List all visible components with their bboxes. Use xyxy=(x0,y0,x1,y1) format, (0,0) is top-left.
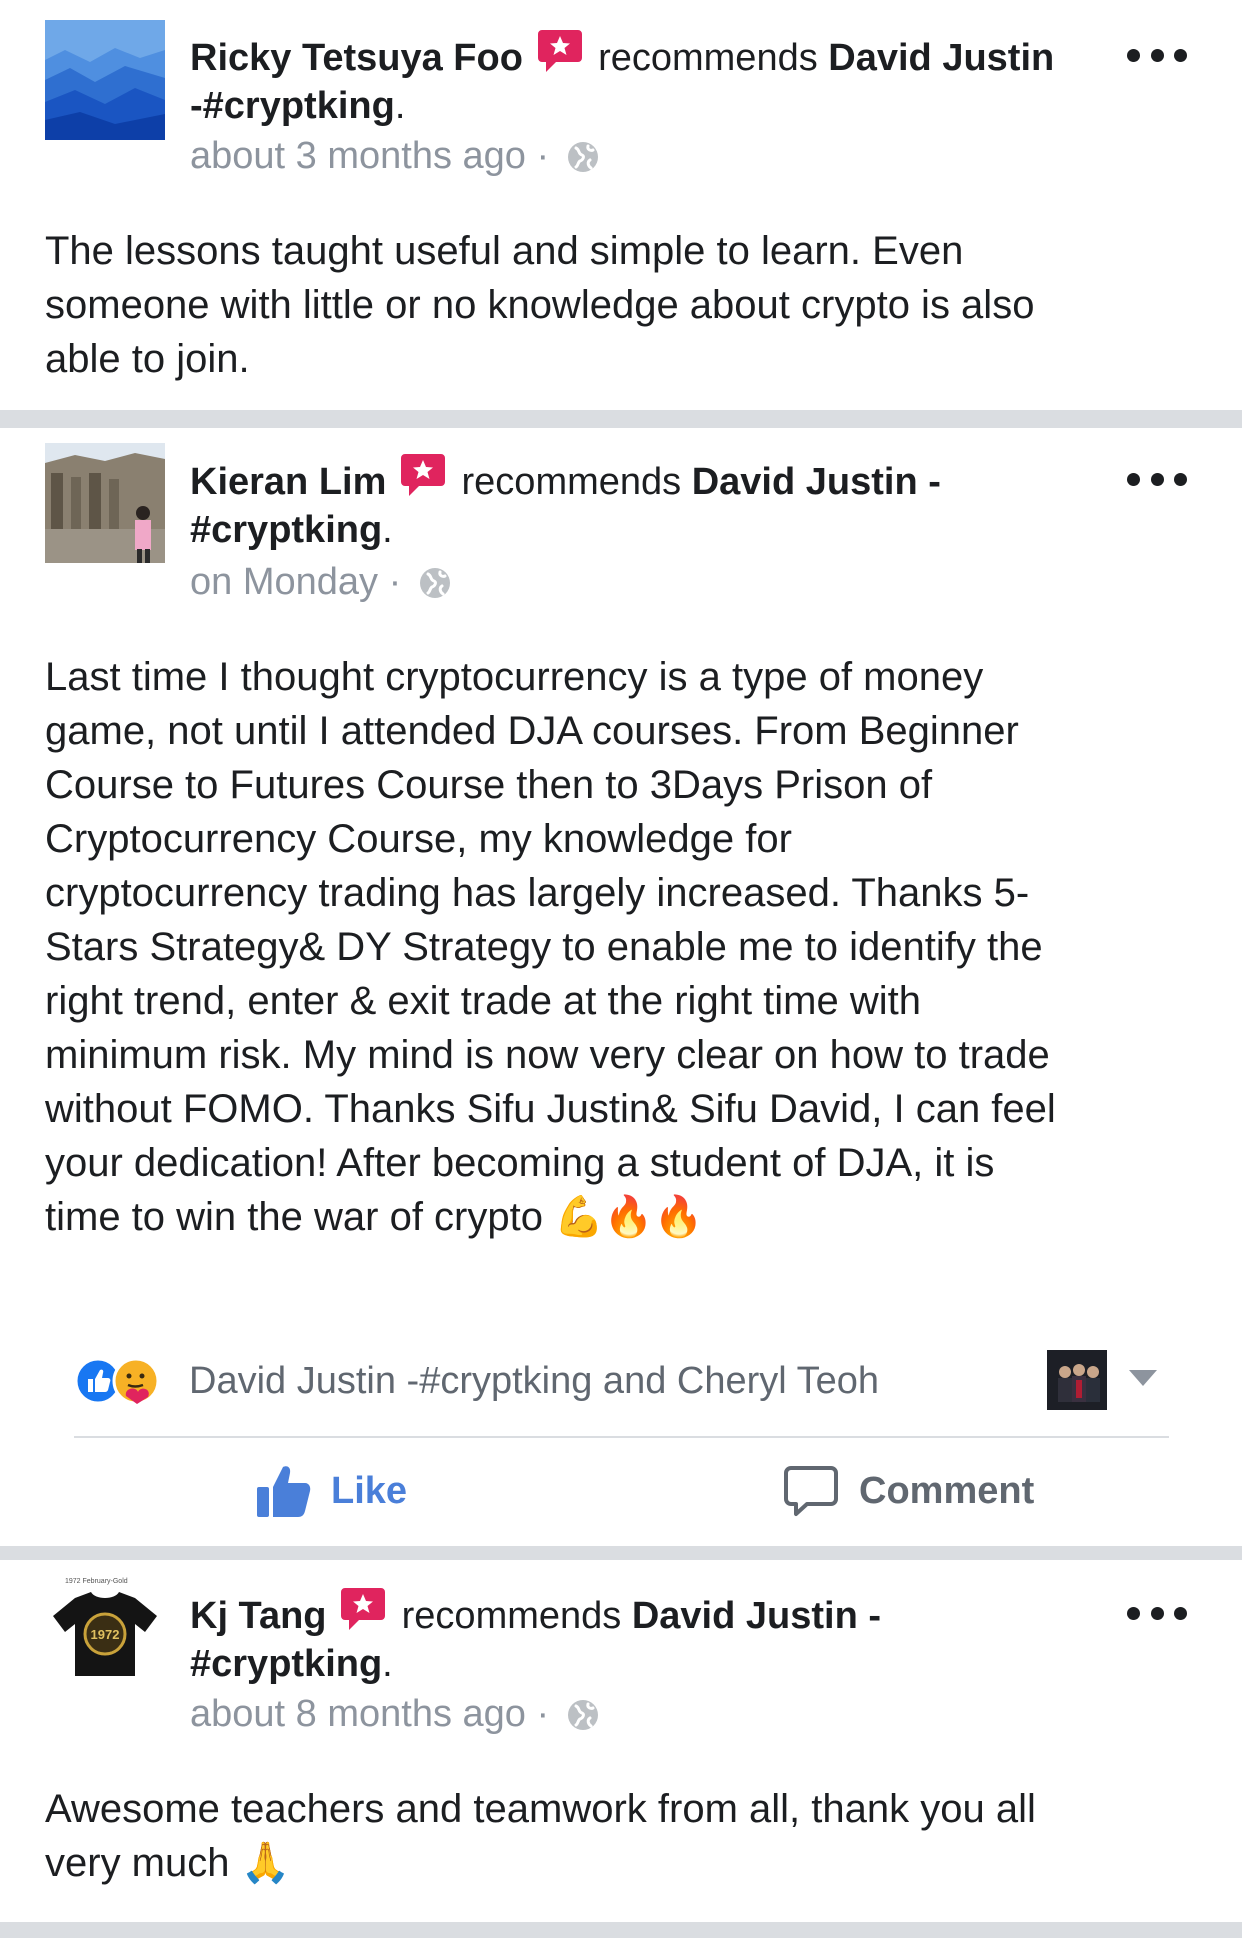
page-name[interactable]: David Justin xyxy=(828,37,1054,79)
recommends-text: recommends xyxy=(598,37,818,79)
recommends-text: recommends xyxy=(401,1595,622,1637)
more-options-button[interactable] xyxy=(1127,464,1187,494)
dot-icon xyxy=(1174,48,1187,62)
review-headline: Kieran Lim recommends David Justin - #cr… xyxy=(190,452,1090,554)
globe-icon xyxy=(566,138,600,172)
recommend-icon xyxy=(341,1586,386,1632)
more-options-button[interactable] xyxy=(1127,40,1187,70)
page-name-continued[interactable]: -#cryptking xyxy=(190,85,395,127)
separator-dot: · xyxy=(536,1693,550,1735)
recommend-icon xyxy=(537,28,582,74)
timestamp[interactable]: on Monday xyxy=(190,561,378,603)
shirt-year-text: 1972 xyxy=(91,1627,120,1642)
review-text: Awesome teachers and teamwork from all, … xyxy=(45,1787,1036,1885)
review-text: Last time I thought cryptocurrency is a … xyxy=(45,655,1056,1239)
reviewer-name[interactable]: Ricky Tetsuya Foo xyxy=(190,37,523,79)
like-label: Like xyxy=(331,1469,408,1512)
period-text: . xyxy=(382,1643,393,1685)
avatar-tshirt-image: 1972 xyxy=(53,1592,157,1676)
review-meta: about 3 months ago · xyxy=(190,132,600,180)
avatar[interactable] xyxy=(45,443,165,563)
separator-dot: · xyxy=(388,561,402,603)
reviewer-name[interactable]: Kj Tang xyxy=(190,1595,327,1637)
review-text: The lessons taught useful and simple to … xyxy=(45,229,1035,381)
chevron-down-icon[interactable] xyxy=(1129,1370,1157,1386)
page-name[interactable]: David Justin - xyxy=(692,461,941,503)
recommends-text: recommends xyxy=(461,461,682,503)
globe-icon xyxy=(418,564,452,598)
comment-button[interactable]: Comment xyxy=(783,1460,1034,1522)
dot-icon xyxy=(1127,48,1140,62)
comment-label: Comment xyxy=(859,1469,1035,1512)
review-meta: on Monday · xyxy=(190,558,452,606)
reactor-thumbnail[interactable] xyxy=(1047,1350,1107,1410)
card-separator xyxy=(0,1546,1242,1560)
dot-icon xyxy=(1174,1606,1187,1620)
review-headline: Kj Tang recommends David Justin - #crypt… xyxy=(190,1586,1090,1688)
dot-icon xyxy=(1150,48,1164,62)
reactions-text[interactable]: David Justin -#cryptking and Cheryl Teoh xyxy=(189,1356,879,1406)
dot-icon xyxy=(1150,472,1164,486)
recommend-icon xyxy=(400,452,445,498)
period-text: . xyxy=(382,509,393,551)
more-options-button[interactable] xyxy=(1127,1598,1187,1628)
dot-icon xyxy=(1150,1606,1164,1620)
dot-icon xyxy=(1127,472,1140,486)
divider xyxy=(74,1436,1169,1438)
review-card-1: Ricky Tetsuya Foo recommends David Justi… xyxy=(0,0,1242,410)
globe-icon xyxy=(566,1696,600,1730)
page-name-continued[interactable]: #cryptking xyxy=(190,1643,382,1685)
avatar-caption: 1972 February-Gold xyxy=(65,1578,128,1585)
avatar-temple-photo xyxy=(45,443,165,563)
review-meta: about 8 months ago · xyxy=(190,1690,600,1738)
card-separator xyxy=(0,1922,1242,1938)
reactions-summary[interactable]: David Justin -#cryptking and Cheryl Teoh xyxy=(74,1346,1169,1416)
avatar-mountains-image xyxy=(45,20,165,140)
timestamp[interactable]: about 8 months ago xyxy=(190,1693,526,1735)
page-name[interactable]: David Justin - xyxy=(632,1595,881,1637)
like-button[interactable]: Like xyxy=(255,1460,407,1522)
thumbs-up-icon xyxy=(257,1466,311,1517)
avatar[interactable] xyxy=(45,20,165,140)
dot-icon xyxy=(1174,472,1187,486)
timestamp[interactable]: about 3 months ago xyxy=(190,135,526,177)
page-name-continued[interactable]: #cryptking xyxy=(190,509,382,551)
comment-icon xyxy=(784,1466,838,1516)
period-text: . xyxy=(394,85,406,127)
review-headline: Ricky Tetsuya Foo recommends David Justi… xyxy=(190,28,1090,130)
reviewer-name[interactable]: Kieran Lim xyxy=(190,461,386,503)
dot-icon xyxy=(1127,1606,1140,1620)
avatar[interactable]: 1972 February-Gold 1972 xyxy=(45,1572,165,1692)
review-card-3: 1972 February-Gold 1972 Kj Tang recommen… xyxy=(0,1560,1242,1922)
separator-dot: · xyxy=(536,135,550,177)
reaction-icons xyxy=(74,1356,174,1406)
card-separator xyxy=(0,410,1242,428)
